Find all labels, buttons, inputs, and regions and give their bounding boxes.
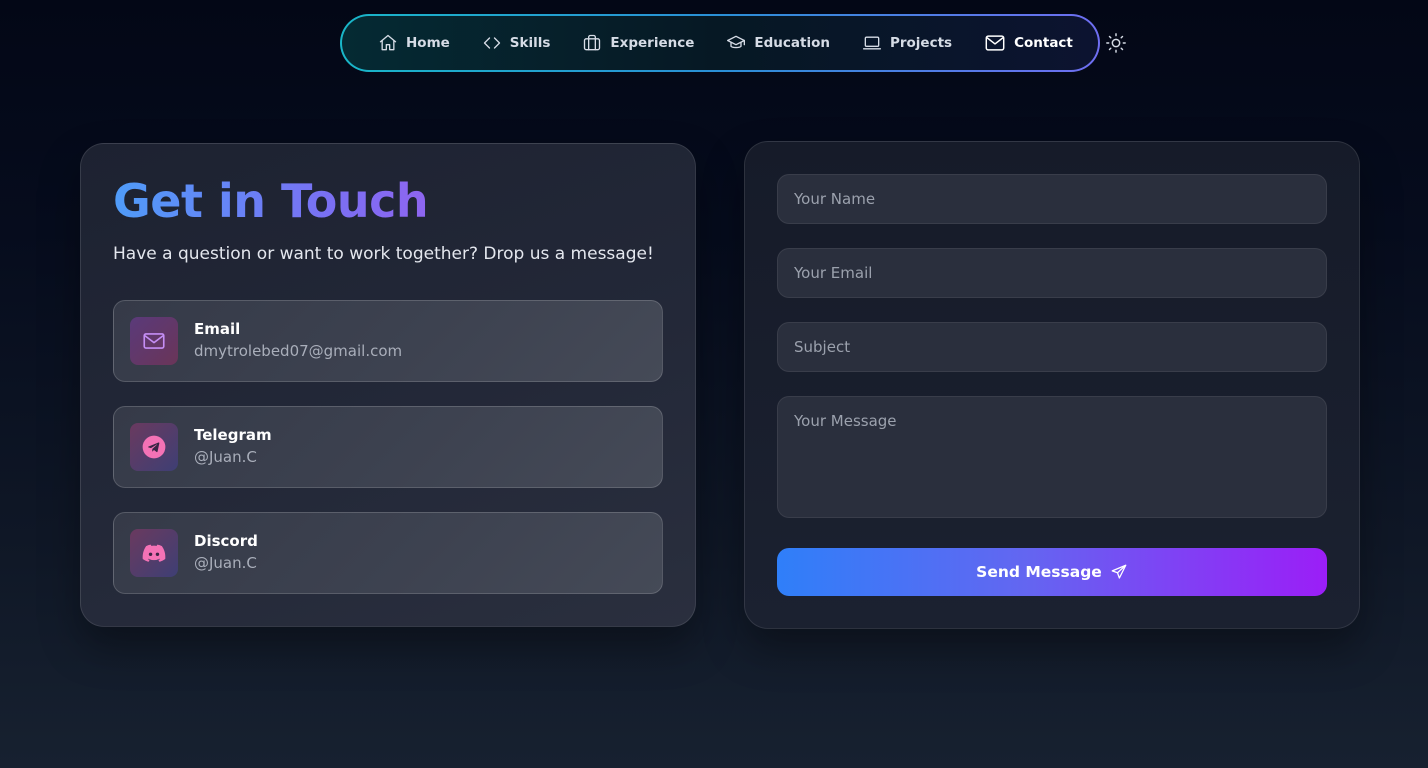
send-message-button[interactable]: Send Message	[777, 548, 1327, 596]
contact-value: dmytrolebed07@gmail.com	[194, 342, 403, 360]
nav-item-home[interactable]: Home	[378, 33, 450, 53]
contact-label: Telegram	[194, 426, 272, 444]
graduation-cap-icon	[727, 35, 746, 49]
nav-bar: Home Skills Experience Education Project…	[342, 16, 1126, 70]
nav-item-label: Projects	[889, 35, 953, 51]
send-icon	[1111, 564, 1127, 579]
contact-item-discord[interactable]: Discord @Juan.C	[113, 512, 663, 594]
briefcase-icon	[584, 34, 601, 51]
nav-item-label: Experience	[610, 35, 695, 51]
nav-item-label: Home	[406, 35, 450, 51]
sun-icon	[1105, 33, 1126, 53]
nav-item-experience[interactable]: Experience	[582, 33, 694, 53]
subject-input[interactable]	[777, 322, 1327, 372]
nav-item-projects[interactable]: Projects	[862, 33, 952, 53]
email-input[interactable]	[777, 248, 1327, 298]
contact-value: @Juan.C	[194, 554, 257, 572]
contact-label: Discord	[194, 532, 258, 550]
mail-icon	[985, 35, 1005, 51]
contact-info-card: Get in Touch Have a question or want to …	[80, 143, 696, 627]
contact-item-email[interactable]: Email dmytrolebed07@gmail.com	[113, 300, 663, 382]
contact-text: Email dmytrolebed07@gmail.com	[194, 319, 402, 363]
name-input[interactable]	[777, 174, 1327, 224]
contact-form: Send Message	[744, 141, 1360, 629]
nav-item-label: Education	[754, 35, 830, 51]
contact-item-telegram[interactable]: Telegram @Juan.C	[113, 406, 663, 488]
page-title: Get in Touch	[113, 174, 429, 228]
message-textarea[interactable]	[777, 396, 1327, 518]
telegram-icon	[142, 435, 166, 459]
theme-toggle-button[interactable]	[1105, 32, 1127, 54]
email-icon-badge	[130, 317, 178, 365]
contact-value: @Juan.C	[194, 448, 257, 466]
laptop-icon	[862, 36, 881, 50]
contact-text: Telegram @Juan.C	[194, 425, 272, 469]
nav-item-education[interactable]: Education	[726, 33, 830, 53]
nav-item-contact[interactable]: Contact	[984, 32, 1073, 54]
send-message-label: Send Message	[976, 563, 1102, 581]
contact-text: Discord @Juan.C	[194, 531, 258, 575]
contact-label: Email	[194, 320, 241, 338]
telegram-icon-badge	[130, 423, 178, 471]
nav-item-skills[interactable]: Skills	[482, 33, 551, 53]
nav-item-label: Skills	[509, 35, 551, 51]
nav-item-label: Contact	[1014, 35, 1073, 51]
page-subtitle: Have a question or want to work together…	[113, 244, 654, 264]
mail-icon	[143, 333, 165, 349]
top-nav: Home Skills Experience Education Project…	[340, 14, 1126, 72]
code-icon	[483, 37, 500, 49]
home-icon	[379, 34, 397, 51]
discord-icon	[142, 544, 166, 562]
discord-icon-badge	[130, 529, 178, 577]
